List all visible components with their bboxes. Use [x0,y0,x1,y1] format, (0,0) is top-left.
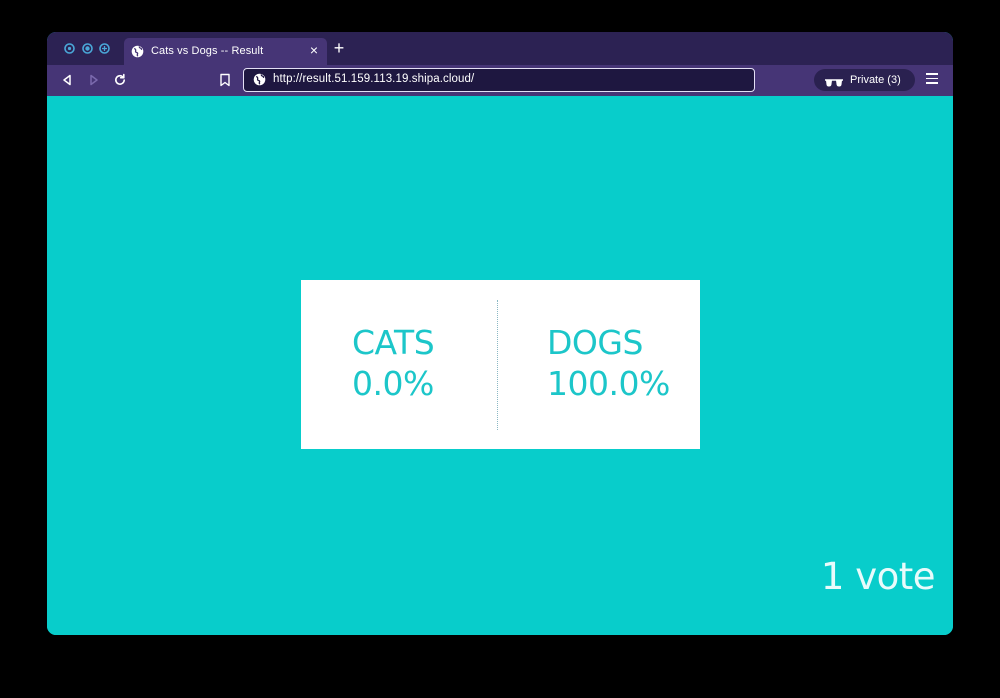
private-label: Private (3) [850,74,901,86]
bookmark-icon[interactable] [219,73,231,87]
reload-icon[interactable] [113,73,127,87]
url-text[interactable]: http://result.51.159.113.19.shipa.cloud/ [273,73,474,85]
tab-close-icon[interactable]: × [307,43,321,57]
results-card: CATS 0.0% DOGS 100.0% [301,280,700,449]
window-maximize-dot-icon[interactable] [99,43,110,54]
page-content: CATS 0.0% DOGS 100.0% 1 vote [47,96,953,635]
divider [497,300,498,430]
address-bar[interactable]: http://result.51.159.113.19.shipa.cloud/ [243,68,755,92]
choice-percent: 0.0% [352,364,434,403]
hamburger-menu-icon[interactable] [926,73,938,87]
private-windows-button[interactable]: Private (3) [814,69,915,91]
window-minimize-dot-icon[interactable] [82,43,93,54]
choice-label: DOGS [547,323,643,362]
tab-title: Cats vs Dogs -- Result [151,45,264,57]
result-cats: CATS 0.0% [352,323,435,406]
globe-icon [131,45,144,58]
window-close-dot-icon[interactable] [64,43,75,54]
incognito-glasses-icon [824,75,844,87]
navigation-toolbar: http://result.51.159.113.19.shipa.cloud/… [47,65,953,96]
new-tab-button[interactable]: + [331,39,347,57]
globe-icon [253,73,266,86]
vote-count: 1 vote [820,555,936,598]
browser-window: Cats vs Dogs -- Result × + http://result… [47,32,953,635]
choice-percent: 100.0% [547,364,670,403]
tab-active[interactable]: Cats vs Dogs -- Result × [124,38,327,65]
choice-label: CATS [352,323,435,362]
forward-arrow-icon[interactable] [87,73,101,87]
result-dogs: DOGS 100.0% [547,324,670,406]
back-arrow-icon[interactable] [60,73,74,87]
tab-strip: Cats vs Dogs -- Result × + [47,32,953,65]
